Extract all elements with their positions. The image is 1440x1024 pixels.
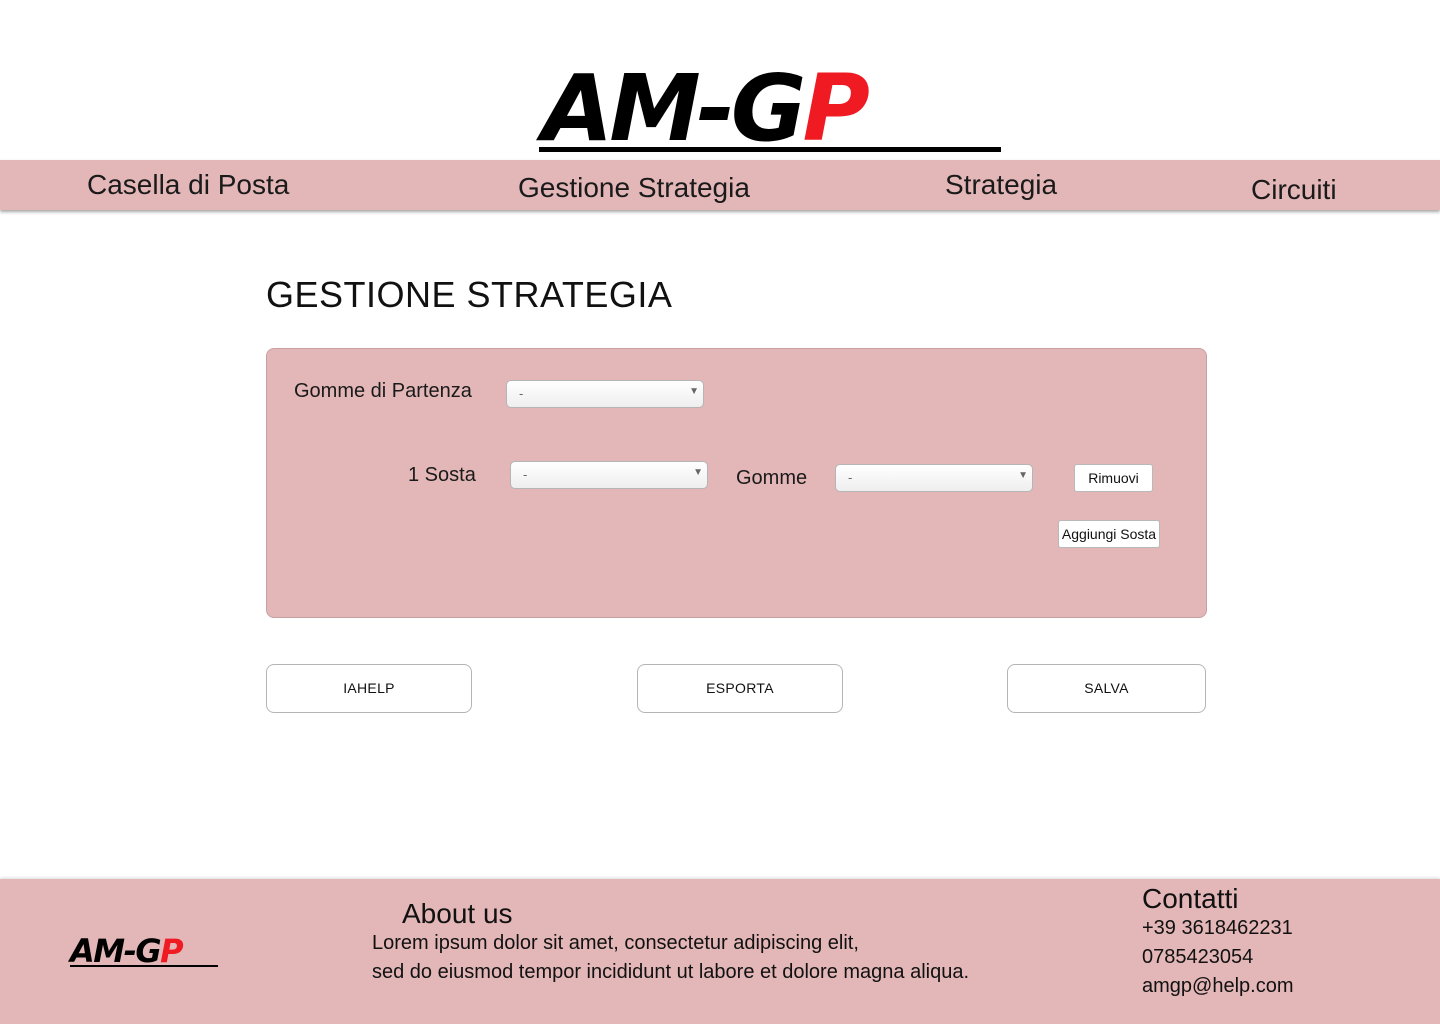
start-tyres-value: - — [519, 386, 524, 401]
logo-text-red: P — [802, 68, 869, 158]
nav-item-gestione-strategia[interactable]: Gestione Strategia — [518, 172, 750, 204]
start-tyres-select[interactable]: - ▼ — [506, 380, 704, 408]
stop-1-tyres-select[interactable]: - ▼ — [835, 464, 1033, 492]
logo-graphic: AM-GP — [536, 68, 1001, 158]
stop-1-lap-select[interactable]: - ▼ — [510, 461, 708, 489]
svg-text:AM-GP: AM-GP — [536, 68, 869, 158]
contact-phone-2: 0785423054 — [1142, 946, 1254, 968]
stop-1-tyres-value: - — [848, 470, 853, 485]
strategy-form-panel: Gomme di Partenza - ▼ 1 Sosta - ▼ Gomme … — [266, 348, 1207, 618]
logo-text-black: AM-G — [536, 68, 803, 158]
logo-underline — [539, 147, 1001, 152]
footer-logo-text-red: P — [160, 935, 184, 970]
nav-item-circuiti[interactable]: Circuiti — [1251, 174, 1337, 206]
about-text-line-2: sed do eiusmod tempor incididunt ut labo… — [372, 961, 970, 983]
nav-item-strategia[interactable]: Strategia — [945, 169, 1057, 201]
footer-logo-underline — [70, 965, 218, 967]
footer-logo[interactable]: AM-GP — [68, 935, 220, 971]
page-title: GESTIONE STRATEGIA — [266, 274, 673, 315]
about-text-line-1: Lorem ipsum dolor sit amet, consectetur … — [372, 932, 859, 954]
contacts-title: Contatti — [1142, 883, 1239, 914]
nav-item-casella-di-posta[interactable]: Casella di Posta — [87, 169, 289, 201]
remove-stop-button[interactable]: Rimuovi — [1074, 464, 1153, 492]
footer-logo-text-black: AM-G — [68, 935, 160, 970]
export-button[interactable]: ESPORTA — [637, 664, 843, 713]
contact-email[interactable]: amgp@help.com — [1142, 975, 1293, 998]
site-logo[interactable]: AM-GP — [536, 68, 1006, 158]
footer-logo-graphic: AM-GP — [68, 935, 218, 970]
iahelp-button[interactable]: IAHELP — [266, 664, 472, 713]
chevron-down-icon: ▼ — [1018, 470, 1028, 481]
stop-1-label: 1 Sosta — [408, 464, 476, 486]
start-tyres-label: Gomme di Partenza — [294, 380, 472, 402]
chevron-down-icon: ▼ — [693, 467, 703, 478]
main-navbar: Casella di Posta Gestione Strategia Stra… — [0, 160, 1440, 210]
contact-phone-1: +39 3618462231 — [1142, 917, 1293, 939]
about-title: About us — [402, 898, 513, 929]
chevron-down-icon: ▼ — [689, 386, 699, 397]
add-stop-button[interactable]: Aggiungi Sosta — [1058, 520, 1160, 548]
save-button[interactable]: SALVA — [1007, 664, 1206, 713]
stop-1-tyres-label: Gomme — [736, 467, 808, 489]
svg-text:AM-GP: AM-GP — [68, 935, 184, 970]
stop-1-lap-value: - — [523, 467, 528, 482]
